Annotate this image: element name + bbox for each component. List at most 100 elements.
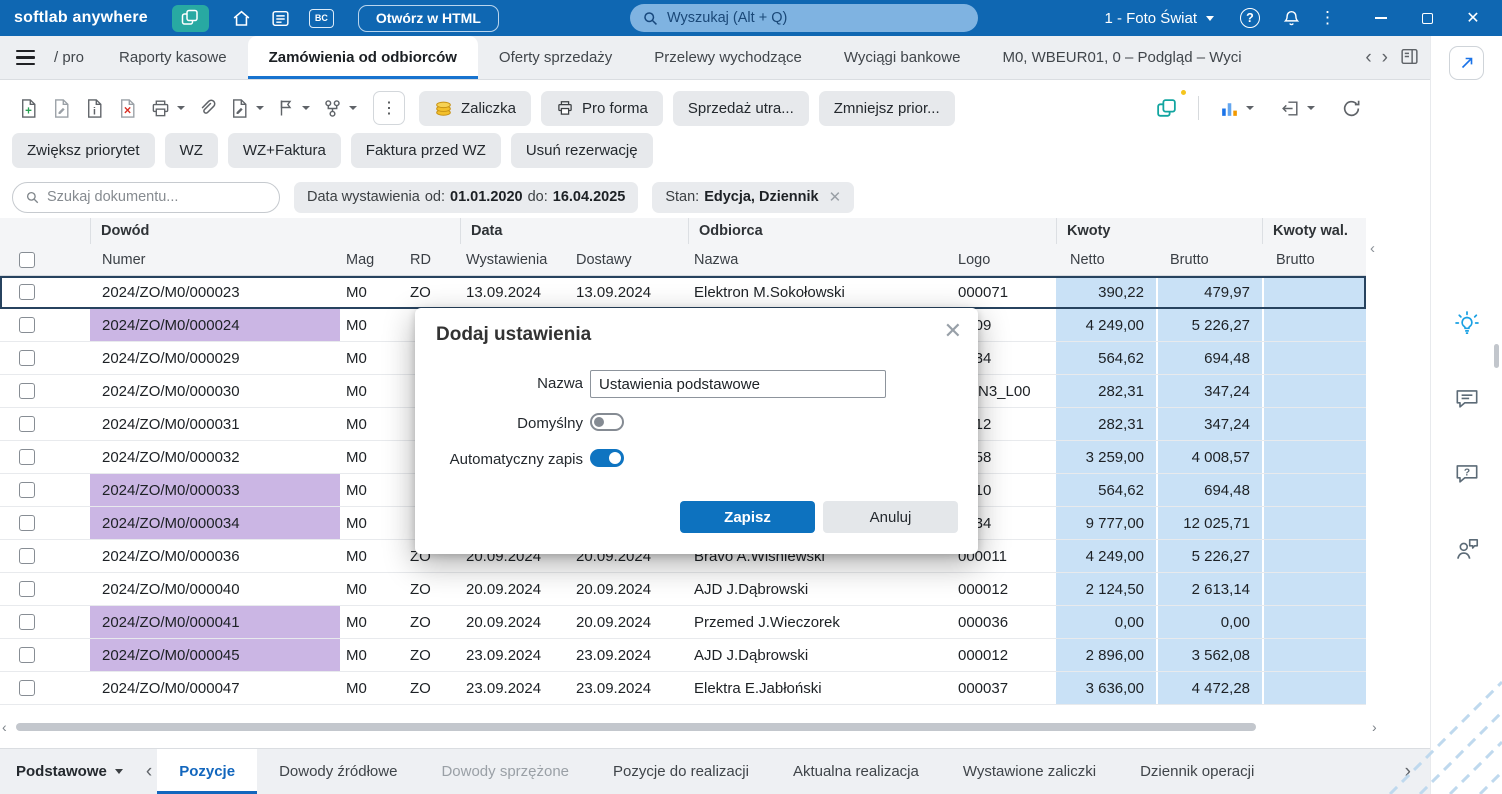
global-search-input[interactable] xyxy=(667,10,966,26)
document-options-button[interactable] xyxy=(223,91,270,125)
global-search[interactable] xyxy=(630,4,978,32)
print-button[interactable] xyxy=(144,91,191,125)
default-toggle[interactable] xyxy=(590,413,624,431)
tab-m0-wbeur01-0-podgla-d-wyci[interactable]: M0, WBEUR01, 0 – Podgląd – Wyci xyxy=(981,36,1262,79)
scroll-left-icon[interactable]: ‹ xyxy=(2,719,7,735)
row-checkbox[interactable] xyxy=(19,482,35,498)
row-checkbox[interactable] xyxy=(19,647,35,663)
col-header-nazwa[interactable]: Nazwa xyxy=(688,244,950,275)
attachment-button[interactable] xyxy=(191,91,223,125)
row-checkbox[interactable] xyxy=(19,548,35,564)
more-options-icon[interactable]: ⋮ xyxy=(1319,8,1336,28)
date-filter-chip[interactable]: Data wystawienia od: 01.01.2020 do: 16.0… xyxy=(294,181,639,213)
hamburger-menu-icon[interactable] xyxy=(0,36,50,79)
relations-button[interactable] xyxy=(316,91,363,125)
analysis-button[interactable] xyxy=(1213,91,1260,125)
usun-rezerwacje-button[interactable]: Usuń rezerwację xyxy=(510,132,653,168)
row-checkbox[interactable] xyxy=(19,317,35,333)
horizontal-scrollbar[interactable]: ‹ › xyxy=(0,719,1390,735)
autosave-toggle[interactable] xyxy=(590,449,624,467)
notifications-icon[interactable] xyxy=(1282,3,1301,33)
tab-zamo-wienia-od-odbiorco-w[interactable]: Zamówienia od odbiorców xyxy=(247,36,478,79)
bottom-tabs-scroll-right-icon[interactable]: › xyxy=(1400,762,1416,781)
state-filter-chip[interactable]: Stan: Edycja, Dziennik ✕ xyxy=(652,181,855,213)
table-row[interactable]: 2024/ZO/M0/000045 M0 ZO 23.09.2024 23.09… xyxy=(0,639,1366,672)
row-checkbox[interactable] xyxy=(19,614,35,630)
company-selector[interactable]: 1 - Foto Świat xyxy=(1104,10,1214,27)
maximize-button[interactable] xyxy=(1410,3,1444,33)
bottom-tab-pozycje-do-realizacji[interactable]: Pozycje do realizacji xyxy=(591,749,771,794)
row-checkbox[interactable] xyxy=(19,350,35,366)
bottom-tabs-scroll-left-icon[interactable]: ‹ xyxy=(141,762,157,781)
name-field[interactable] xyxy=(590,370,886,398)
chat-icon[interactable] xyxy=(1453,385,1481,416)
page-panel-icon[interactable] xyxy=(1399,46,1420,70)
ideas-icon[interactable] xyxy=(1452,308,1482,341)
col-header-netto[interactable]: Netto xyxy=(1056,244,1156,275)
bottom-tab-aktualna-realizacja[interactable]: Aktualna realizacja xyxy=(771,749,941,794)
col-header-logo[interactable]: Logo xyxy=(950,244,1056,275)
col-header-brutto-wal[interactable]: Brutto xyxy=(1262,244,1366,275)
dialog-close-icon[interactable]: ✕ xyxy=(944,320,962,342)
tab-scroll-right-icon[interactable]: › xyxy=(1377,48,1393,67)
zwie-ksz-priorytet-button[interactable]: Zwiększ priorytet xyxy=(12,132,155,168)
close-button[interactable]: ✕ xyxy=(1456,3,1490,33)
wz-button[interactable]: WZ xyxy=(164,132,218,168)
view-selector[interactable]: Podstawowe xyxy=(0,749,141,794)
refresh-button[interactable] xyxy=(1335,91,1368,125)
vertical-scrollbar-thumb[interactable] xyxy=(1494,344,1499,368)
panel-collapse-icon[interactable]: ‹ xyxy=(1370,240,1375,257)
group-header-kwoty[interactable]: Kwoty xyxy=(1056,218,1262,244)
scroll-right-icon[interactable]: › xyxy=(1372,719,1377,735)
zmniejsz-prior-button[interactable]: Zmniejsz prior... xyxy=(818,90,955,126)
edit-document-button[interactable] xyxy=(45,91,78,125)
faktura-przed-wz-button[interactable]: Faktura przed WZ xyxy=(350,132,501,168)
feedback-icon[interactable] xyxy=(1453,535,1481,566)
col-header-rd[interactable]: RD xyxy=(404,244,460,275)
row-checkbox[interactable] xyxy=(19,416,35,432)
delete-document-button[interactable]: × xyxy=(111,91,144,125)
tab-raporty-kasowe[interactable]: Raporty kasowe xyxy=(98,36,248,79)
document-search-input[interactable] xyxy=(47,189,267,205)
export-button[interactable] xyxy=(1274,91,1321,125)
scrollbar-thumb[interactable] xyxy=(16,723,1256,731)
group-header-kwoty-wal[interactable]: Kwoty wal. xyxy=(1262,218,1366,244)
tab-oferty-sprzedaz-y[interactable]: Oferty sprzedaży xyxy=(478,36,633,79)
row-checkbox[interactable] xyxy=(19,383,35,399)
zaliczka-button[interactable]: Zaliczka xyxy=(419,90,532,126)
col-header-brutto[interactable]: Brutto xyxy=(1156,244,1262,275)
bottom-tab-dziennik-operacji[interactable]: Dziennik operacji xyxy=(1118,749,1276,794)
flag-button[interactable] xyxy=(270,91,316,125)
row-checkbox[interactable] xyxy=(19,680,35,696)
bc-icon[interactable]: BC xyxy=(308,8,334,28)
bottom-tab-dowody-z-ro-dlowe[interactable]: Dowody źródłowe xyxy=(257,749,419,794)
document-info-button[interactable]: i xyxy=(78,91,111,125)
wz-faktura-button[interactable]: WZ+Faktura xyxy=(227,132,341,168)
bottom-tab-wystawione-zaliczki[interactable]: Wystawione zaliczki xyxy=(941,749,1118,794)
tab-wycia-gi-bankowe[interactable]: Wyciągi bankowe xyxy=(823,36,982,79)
workspaces-icon[interactable] xyxy=(171,4,209,32)
help-chat-icon[interactable]: ? xyxy=(1453,460,1481,491)
bottom-tab-dowody-sprze-z-one[interactable]: Dowody sprzężone xyxy=(419,749,591,794)
home-icon[interactable] xyxy=(231,3,252,33)
row-checkbox[interactable] xyxy=(19,515,35,531)
help-icon[interactable]: ? xyxy=(1240,8,1260,28)
save-button[interactable]: Zapisz xyxy=(680,501,815,533)
row-checkbox[interactable] xyxy=(19,581,35,597)
col-header-dostawy[interactable]: Dostawy xyxy=(570,244,688,275)
pro-forma-button[interactable]: Pro forma xyxy=(541,90,663,126)
minimize-button[interactable] xyxy=(1364,3,1398,33)
group-header-data[interactable]: Data xyxy=(460,218,688,244)
chip-close-icon[interactable]: ✕ xyxy=(829,188,842,206)
new-document-button[interactable]: + xyxy=(12,91,45,125)
cancel-button[interactable]: Anuluj xyxy=(823,501,958,533)
more-actions-button[interactable]: ⋮ xyxy=(373,91,405,125)
open-in-html-button[interactable]: Otwórz w HTML xyxy=(357,4,499,32)
bottom-tab-pozycje[interactable]: Pozycje xyxy=(157,749,258,794)
col-header-numer[interactable]: Numer xyxy=(90,244,340,275)
col-header-mag[interactable]: Mag xyxy=(340,244,404,275)
col-header-wystawienia[interactable]: Wystawienia xyxy=(460,244,570,275)
workspaces-indicator-button[interactable] xyxy=(1149,88,1188,125)
share-button[interactable] xyxy=(1449,46,1484,80)
select-all-checkbox[interactable] xyxy=(19,251,35,268)
